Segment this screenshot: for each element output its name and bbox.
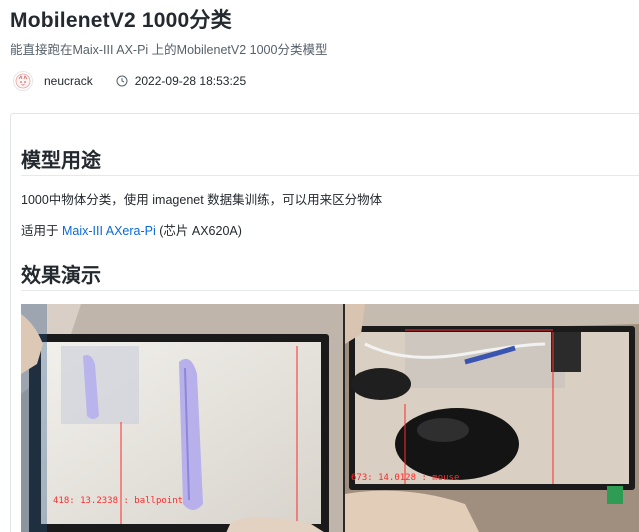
overlay-label-ballpoint: 418: 13.2338 : ballpoint <box>53 496 183 506</box>
overlay-label-mouse: 673: 14.0128 : mouse <box>351 473 459 483</box>
author-name[interactable]: neucrack <box>44 74 93 88</box>
meta-row: neucrack 2022-09-28 18:53:25 <box>10 71 629 91</box>
readme-card: 模型用途 1000中物体分类，使用 imagenet 数据集训练，可以用来区分物… <box>10 113 639 532</box>
clock-icon <box>116 75 128 87</box>
demo-image: 418: 13.2338 : ballpoint 673: 14.0128: … <box>21 304 639 532</box>
avatar-icon[interactable] <box>13 71 33 91</box>
applies-suffix: (芯片 AX620A) <box>155 224 242 238</box>
demo-photo-ballpoint: 418: 13.2338 : ballpoint <box>21 304 343 532</box>
section-demo-heading: 效果演示 <box>21 265 101 287</box>
heading-divider <box>21 290 639 291</box>
heading-divider <box>21 175 639 176</box>
page-subtitle: 能直接跑在Maix-III AX-Pi 上的MobilenetV2 1000分类… <box>10 43 328 57</box>
applies-prefix: 适用于 <box>21 224 62 238</box>
publish-date: 2022-09-28 18:53:25 <box>134 74 247 88</box>
page-header: MobilenetV2 1000分类 能直接跑在Maix-III AX-Pi 上… <box>0 0 639 110</box>
page-title: MobilenetV2 1000分类 <box>10 9 232 32</box>
usage-text: 1000中物体分类，使用 imagenet 数据集训练，可以用来区分物体 <box>21 193 383 207</box>
applies-text: 适用于 Maix-III AXera-Pi (芯片 AX620A) <box>21 222 242 240</box>
demo-photo-mouse: 673: 14.0128 : mouse <box>345 304 639 532</box>
axera-pi-link[interactable]: Maix-III AXera-Pi <box>62 224 156 238</box>
section-usage-heading: 模型用途 <box>21 150 101 172</box>
